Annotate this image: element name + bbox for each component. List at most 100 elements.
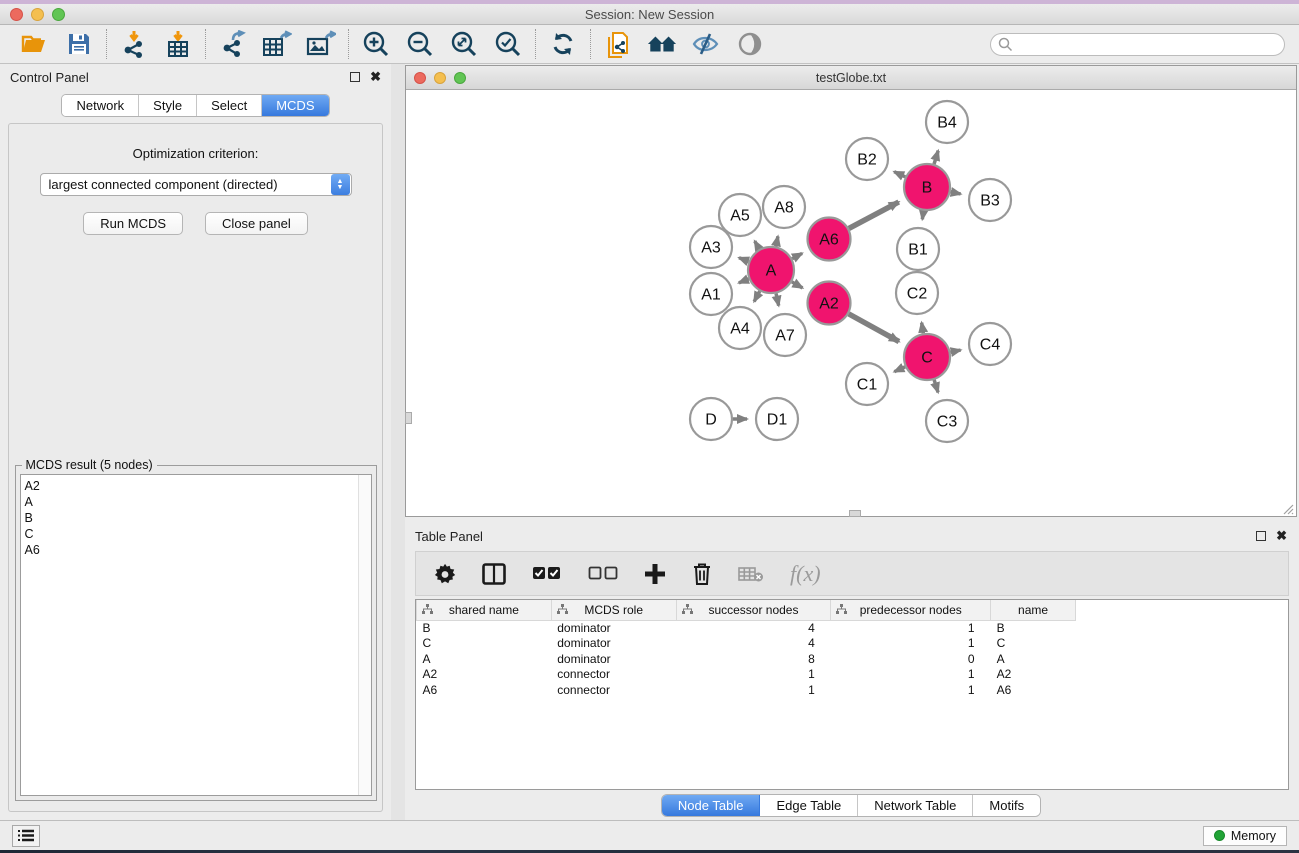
graph-node-A8[interactable]: A8 [763,186,805,228]
close-table-panel-icon[interactable]: ✖ [1276,531,1287,541]
graph-node-A6[interactable]: A6 [808,218,851,261]
table-cell[interactable]: A6 [417,682,552,698]
table-cell[interactable]: dominator [551,620,676,636]
graph-node-A3[interactable]: A3 [690,226,732,268]
table-cell[interactable]: A6 [991,682,1076,698]
export-image-icon[interactable] [306,29,336,59]
graph-node-B[interactable]: B [904,164,950,210]
graph-node-D[interactable]: D [690,398,732,440]
table-cell[interactable]: C [991,636,1076,652]
table-cell[interactable]: dominator [551,636,676,652]
graph-edge-B-B1[interactable] [922,211,923,220]
zoom-out-icon[interactable] [405,29,435,59]
column-header[interactable]: predecessor nodes [831,600,991,620]
result-item[interactable]: A [25,494,371,510]
graph-node-A1[interactable]: A1 [690,273,732,315]
table-cell[interactable]: B [991,620,1076,636]
graph-node-B1[interactable]: B1 [897,228,939,270]
result-scrollbar[interactable] [358,475,371,795]
result-item[interactable]: C [25,526,371,542]
table-row[interactable]: Adominator80A [417,651,1289,667]
graph-edge-C-C1[interactable] [894,367,905,372]
table-cell[interactable]: 1 [831,620,991,636]
table-cell[interactable]: A2 [417,667,552,683]
table-cell[interactable]: 1 [831,636,991,652]
graph-node-C[interactable]: C [904,334,950,380]
deselect-all-icon[interactable] [588,566,618,582]
graph-node-A7[interactable]: A7 [764,314,806,356]
tab-node-table[interactable]: Node Table [662,795,761,816]
table-cell[interactable]: B [417,620,552,636]
table-cell[interactable]: 4 [676,636,831,652]
column-split-icon[interactable] [482,563,506,585]
column-header[interactable]: successor nodes [676,600,831,620]
zoom-selected-icon[interactable] [493,29,523,59]
table-row[interactable]: A2connector11A2 [417,667,1289,683]
graph-node-B2[interactable]: B2 [846,138,888,180]
table-row[interactable]: Bdominator41B [417,620,1289,636]
graph-node-D1[interactable]: D1 [756,398,798,440]
table-cell[interactable]: connector [551,682,676,698]
close-panel-icon[interactable]: ✖ [370,72,381,82]
column-header[interactable]: shared name [417,600,552,620]
graph-node-C4[interactable]: C4 [969,323,1011,365]
table-cell[interactable]: A2 [991,667,1076,683]
tab-style[interactable]: Style [139,95,197,116]
graph-edge-A-A5[interactable] [755,241,759,249]
table-cell[interactable]: connector [551,667,676,683]
float-panel-icon[interactable] [350,72,360,82]
graph-edge-C-C2[interactable] [922,323,924,334]
home-icon[interactable] [647,29,677,59]
graph-node-C2[interactable]: C2 [896,272,938,314]
tab-network-table[interactable]: Network Table [858,795,973,816]
resize-handle-left[interactable] [405,412,412,424]
zoom-in-icon[interactable] [361,29,391,59]
hide-panels-icon[interactable] [691,29,721,59]
graph-node-C3[interactable]: C3 [926,400,968,442]
table-cell[interactable]: A [417,651,552,667]
tab-select[interactable]: Select [197,95,262,116]
table-cell[interactable]: dominator [551,651,676,667]
column-header[interactable]: name [991,600,1076,620]
trash-icon[interactable] [692,562,712,586]
table-cell[interactable]: 0 [831,651,991,667]
table-cell[interactable]: C [417,636,552,652]
open-file-icon[interactable] [20,29,50,59]
save-session-icon[interactable] [64,29,94,59]
zoom-fit-icon[interactable] [449,29,479,59]
table-cell[interactable]: 1 [676,682,831,698]
tab-network[interactable]: Network [62,95,139,116]
table-cell[interactable]: 1 [831,682,991,698]
table-row[interactable]: A6connector11A6 [417,682,1289,698]
table-cell[interactable]: 8 [676,651,831,667]
graph-edge-A-A7[interactable] [776,293,779,305]
result-item[interactable]: A6 [25,542,371,558]
result-item[interactable]: A2 [25,478,371,494]
export-network-icon[interactable] [218,29,248,59]
gear-icon[interactable] [434,563,456,585]
graph-edge-B-B4[interactable] [934,151,938,164]
close-panel-button[interactable]: Close panel [205,212,308,235]
graph-node-A2[interactable]: A2 [808,282,851,325]
tab-edge-table[interactable]: Edge Table [760,795,858,816]
eye-icon[interactable] [735,29,765,59]
graph-edge-C-C4[interactable] [951,350,961,352]
clone-network-icon[interactable] [603,29,633,59]
graph-edge-A-A2[interactable] [792,282,803,288]
graph-node-B3[interactable]: B3 [969,179,1011,221]
export-table-icon[interactable] [262,29,292,59]
graph-node-A4[interactable]: A4 [719,307,761,349]
result-item[interactable]: B [25,510,371,526]
search-input[interactable] [990,33,1285,56]
graph-node-A5[interactable]: A5 [719,194,761,236]
graph-edge-A-A6[interactable] [792,253,802,258]
table-row[interactable]: Cdominator41C [417,636,1289,652]
graph-node-A[interactable]: A [748,247,794,293]
graph-edge-A-A1[interactable] [739,279,749,283]
resize-handle-bottom[interactable] [849,510,861,517]
task-list-button[interactable] [12,825,40,847]
tab-motifs[interactable]: Motifs [973,795,1040,816]
graph-edge-B-B3[interactable] [951,192,961,194]
table-cell[interactable]: A [991,651,1076,667]
panel-divider[interactable] [391,64,405,820]
